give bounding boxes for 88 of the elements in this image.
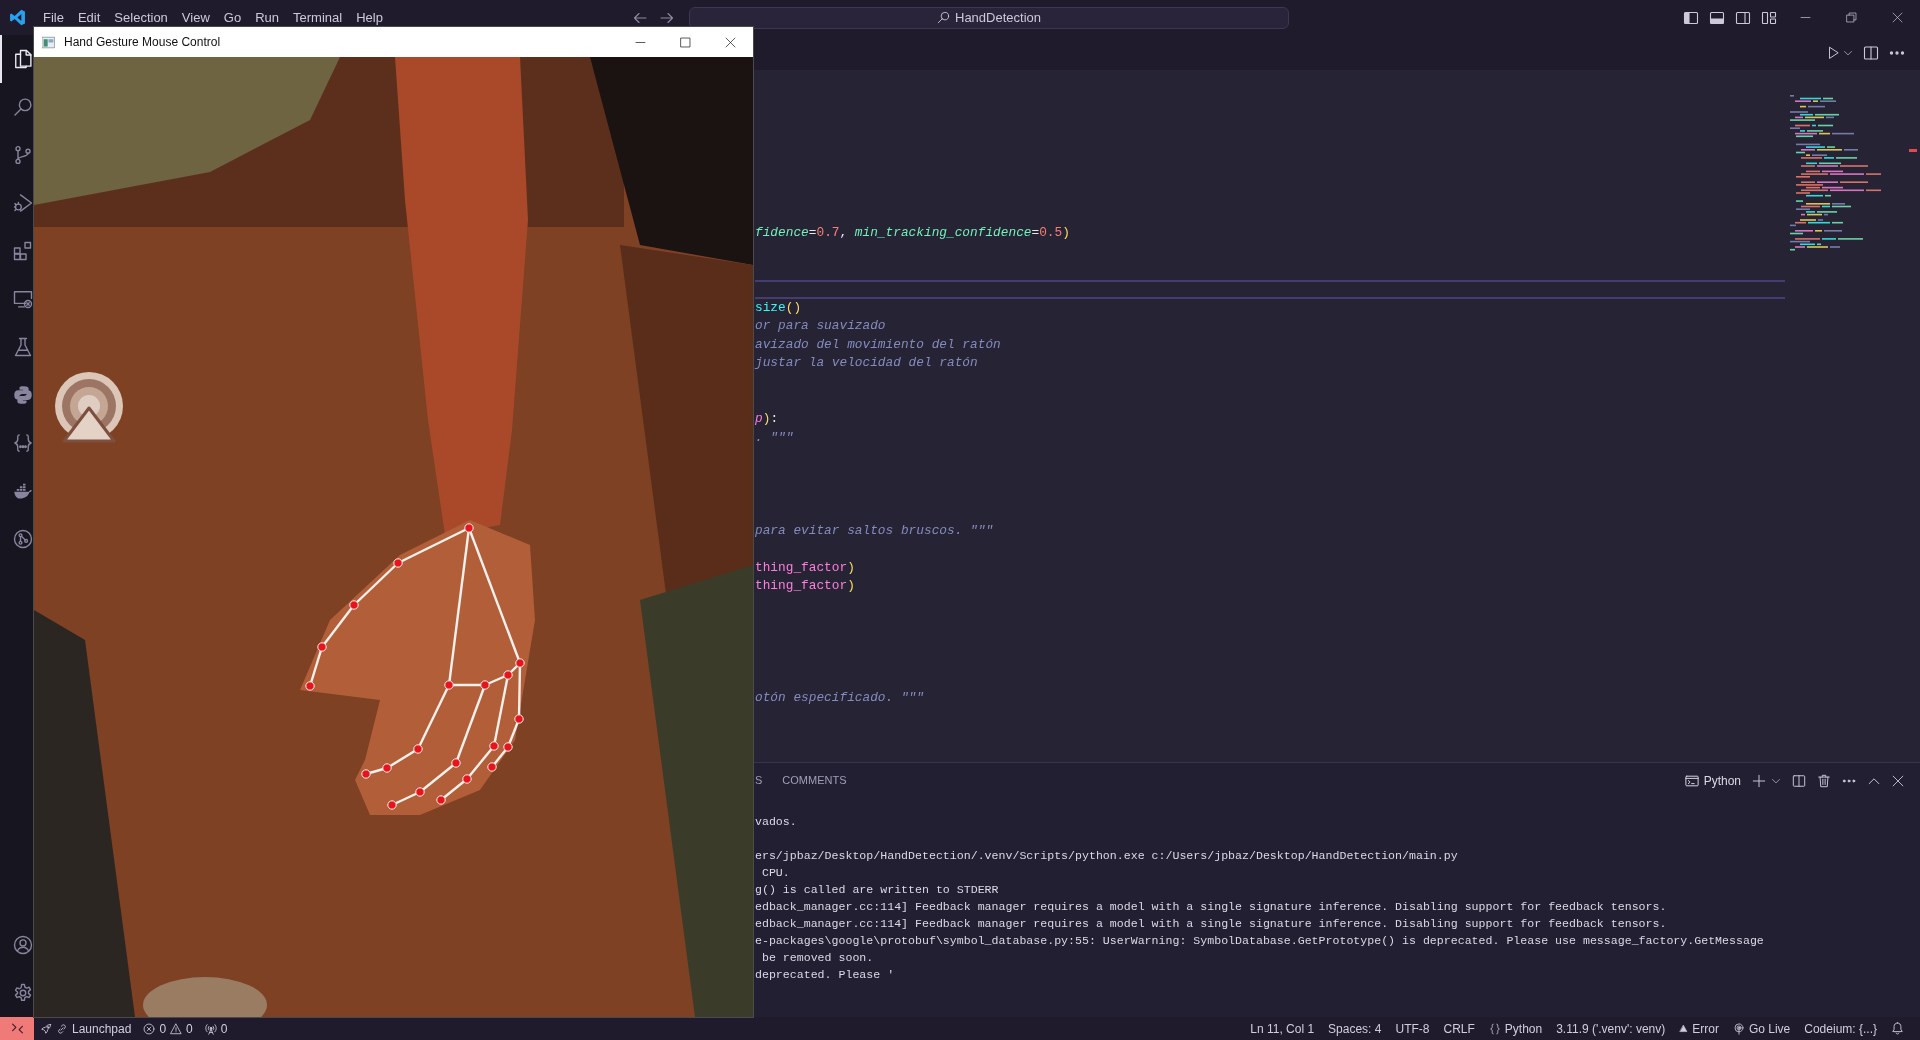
code-line: otón especificado. """ xyxy=(755,689,924,707)
menu-item[interactable]: Run xyxy=(248,8,286,27)
restore-icon[interactable] xyxy=(1845,12,1857,23)
extensions-icon[interactable] xyxy=(13,241,33,261)
terminal-line: edback_manager.cc:114] Feedback manager requires a model with a single signature inference. Disabling support for feedback tensors. xyxy=(755,916,1667,932)
terminal-profile-button[interactable]: Python xyxy=(1684,773,1741,788)
search-icon[interactable] xyxy=(13,97,33,117)
active-indicator xyxy=(0,35,2,83)
go-live-button[interactable]: Go Live xyxy=(1726,1017,1797,1040)
triangle-icon xyxy=(1679,1024,1689,1033)
customize-layout-icon[interactable] xyxy=(1761,9,1777,26)
language-button[interactable]: Python xyxy=(1482,1017,1549,1040)
window-app-icon xyxy=(42,35,55,49)
toggle-secondary-sidebar-icon[interactable] xyxy=(1735,9,1751,26)
terminal-line: deprecated. Please ' xyxy=(755,967,895,983)
terminal-line: ers/jpbaz/Desktop/HandDetection/.venv/Scripts/python.exe c:/Users/jpbaz/Desktop/HandDetection/main.py xyxy=(755,848,1458,864)
code-line: thing_factor) xyxy=(755,558,855,577)
terminal-line: be removed soon. xyxy=(760,950,874,966)
link-icon xyxy=(56,1022,68,1035)
terminal-icon xyxy=(1684,773,1699,788)
status-item[interactable]: Codeium: {...} xyxy=(1798,1017,1883,1040)
menu-item[interactable]: View xyxy=(174,8,217,27)
panel-tab[interactable]: COMMENTS xyxy=(772,763,857,798)
braces-icon[interactable] xyxy=(13,433,33,453)
menu-item[interactable]: Edit xyxy=(70,8,108,27)
account-icon[interactable] xyxy=(13,935,33,955)
source-control-icon[interactable] xyxy=(13,145,33,165)
remote-button[interactable] xyxy=(0,1017,34,1040)
overview-ruler-marker xyxy=(1909,149,1917,152)
window-title: Hand Gesture Mouse Control xyxy=(64,35,221,49)
status-item[interactable]: CRLF xyxy=(1437,1017,1481,1040)
menu-item[interactable]: Go xyxy=(216,8,249,27)
remote-explorer-icon[interactable] xyxy=(13,289,33,309)
settings-icon[interactable] xyxy=(13,983,33,1003)
radio-tower-icon xyxy=(204,1022,217,1035)
menu-item[interactable]: Terminal xyxy=(286,8,350,27)
menu-item[interactable]: Selection xyxy=(107,8,175,27)
warning-icon xyxy=(170,1022,183,1035)
ports-button[interactable]: 0 xyxy=(198,1017,234,1040)
python-icon[interactable] xyxy=(13,385,33,405)
code-line: para evitar saltos bruscos. """ xyxy=(755,521,994,540)
command-center[interactable]: HandDetection xyxy=(689,6,1289,29)
code-line: . """ xyxy=(755,428,794,447)
toggle-panel-icon[interactable] xyxy=(1709,9,1725,26)
split-editor-icon[interactable] xyxy=(1863,44,1879,61)
launchpad-button[interactable]: Launchpad xyxy=(34,1017,138,1040)
cast-icon xyxy=(55,372,123,443)
plus-icon[interactable] xyxy=(1752,773,1766,788)
git-graph-icon[interactable] xyxy=(13,529,33,549)
code-line: fidence=0.7, min_tracking_confidence=0.5) xyxy=(755,224,1070,243)
toggle-sidebar-icon[interactable] xyxy=(1683,9,1699,26)
status-item[interactable]: UTF-8 xyxy=(1389,1017,1436,1040)
maximize-icon[interactable] xyxy=(680,36,691,48)
flask-icon[interactable] xyxy=(13,337,33,357)
notifications-icon[interactable] xyxy=(1891,1022,1904,1035)
code-line: or para suavizado xyxy=(755,317,886,336)
terminal-line: e-packages\google\protobuf\symbol_database.py:55: UserWarning: SymbolDatabase.GetPrototype() is deprecated. Please use message_factory.GetMessage xyxy=(755,933,1764,949)
code-line: size() xyxy=(755,298,802,317)
terminal-line: CPU. xyxy=(760,865,790,881)
search-icon xyxy=(937,11,950,24)
rocket-icon xyxy=(40,1022,52,1035)
files-icon[interactable] xyxy=(13,49,33,69)
terminal-line: edback_manager.cc:114] Feedback manager requires a model with a single signature inference. Disabling support for feedback tensors. xyxy=(755,899,1667,915)
broadcast-icon xyxy=(1732,1022,1745,1035)
close-icon[interactable] xyxy=(725,36,736,48)
run-icon[interactable] xyxy=(1826,45,1840,60)
error-status-button[interactable]: Error xyxy=(1673,1017,1725,1040)
code-line: justar la velocidad del ratón xyxy=(755,354,978,373)
remote-icon xyxy=(10,1022,24,1035)
status-item[interactable]: Ln 11, Col 1 xyxy=(1244,1017,1321,1040)
code-line: thing_factor) xyxy=(755,577,855,596)
menu-item[interactable]: File xyxy=(36,8,71,27)
error-icon xyxy=(143,1022,156,1035)
status-item[interactable]: 3.11.9 ('.venv': venv) xyxy=(1550,1017,1672,1040)
app-logo-icon xyxy=(9,9,26,26)
terminal-line: vados. xyxy=(755,814,797,830)
run-debug-icon[interactable] xyxy=(13,193,33,213)
code-line: avizado del movimiento del ratón xyxy=(755,335,1001,354)
code-line: p): xyxy=(755,410,779,429)
split-terminal-icon[interactable] xyxy=(1792,773,1806,788)
menu-item[interactable]: Help xyxy=(349,8,390,27)
problems-button[interactable]: 0 0 xyxy=(137,1017,199,1040)
trash-icon[interactable] xyxy=(1817,773,1831,788)
whale-icon[interactable] xyxy=(13,481,33,501)
panel-tab[interactable]: S xyxy=(755,763,773,798)
status-item[interactable]: Spaces: 4 xyxy=(1322,1017,1388,1040)
terminal-line: g() is called are written to STDERR xyxy=(755,882,999,898)
braces-icon xyxy=(1488,1022,1501,1035)
